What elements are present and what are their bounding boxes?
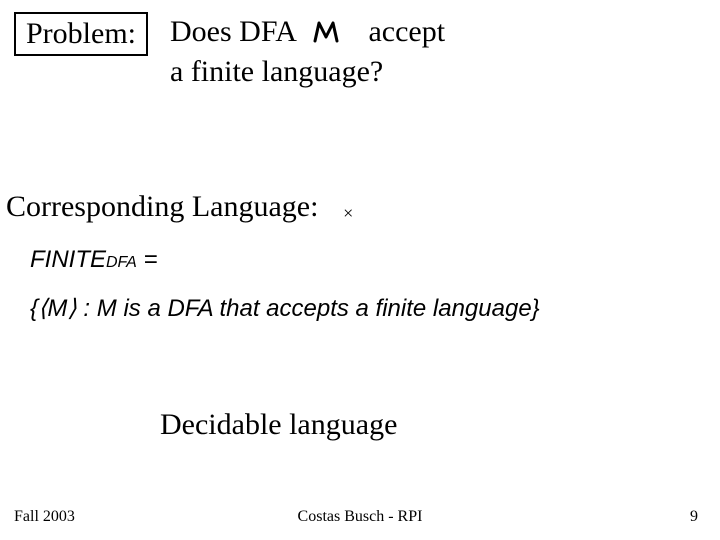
symbol-M <box>312 16 346 56</box>
finite-definition-set: {⟨M⟩ : M is a DFA that accepts a finite … <box>30 294 540 323</box>
text-finite-lang: a finite language? <box>170 55 383 88</box>
text-dfa-sub: DFA <box>106 254 137 271</box>
text-M-var2: M <box>97 295 117 322</box>
problem-question-line2: a finite language? <box>170 52 383 92</box>
problem-question-line1: Does DFA accept <box>170 12 445 56</box>
text-corresponding: Corresponding Language: <box>6 190 318 223</box>
text-does-dfa: Does DFA <box>170 15 297 48</box>
text-finite: FINITE <box>30 246 106 273</box>
decidable-language-text: Decidable language <box>160 408 397 442</box>
corresponding-language-heading: Corresponding Language: <box>6 190 318 224</box>
text-set-mid: ⟩ : <box>67 295 96 322</box>
text-set-rest: is a DFA that accepts a finite language} <box>123 295 539 322</box>
text-accept: accept <box>368 15 445 48</box>
finite-definition-lhs: FINITEDFA = <box>30 246 158 274</box>
text-set-open: {⟨ <box>30 295 47 322</box>
cursor-cross: × <box>342 203 354 224</box>
footer-page-number: 9 <box>690 508 698 526</box>
problem-label-box: Problem: <box>14 12 148 56</box>
text-M-var: M <box>47 295 67 322</box>
footer-author: Costas Busch - RPI <box>0 508 720 526</box>
text-decidable: Decidable language <box>160 408 397 441</box>
problem-label: Problem: <box>26 17 136 50</box>
equals-sign: = <box>143 246 157 273</box>
